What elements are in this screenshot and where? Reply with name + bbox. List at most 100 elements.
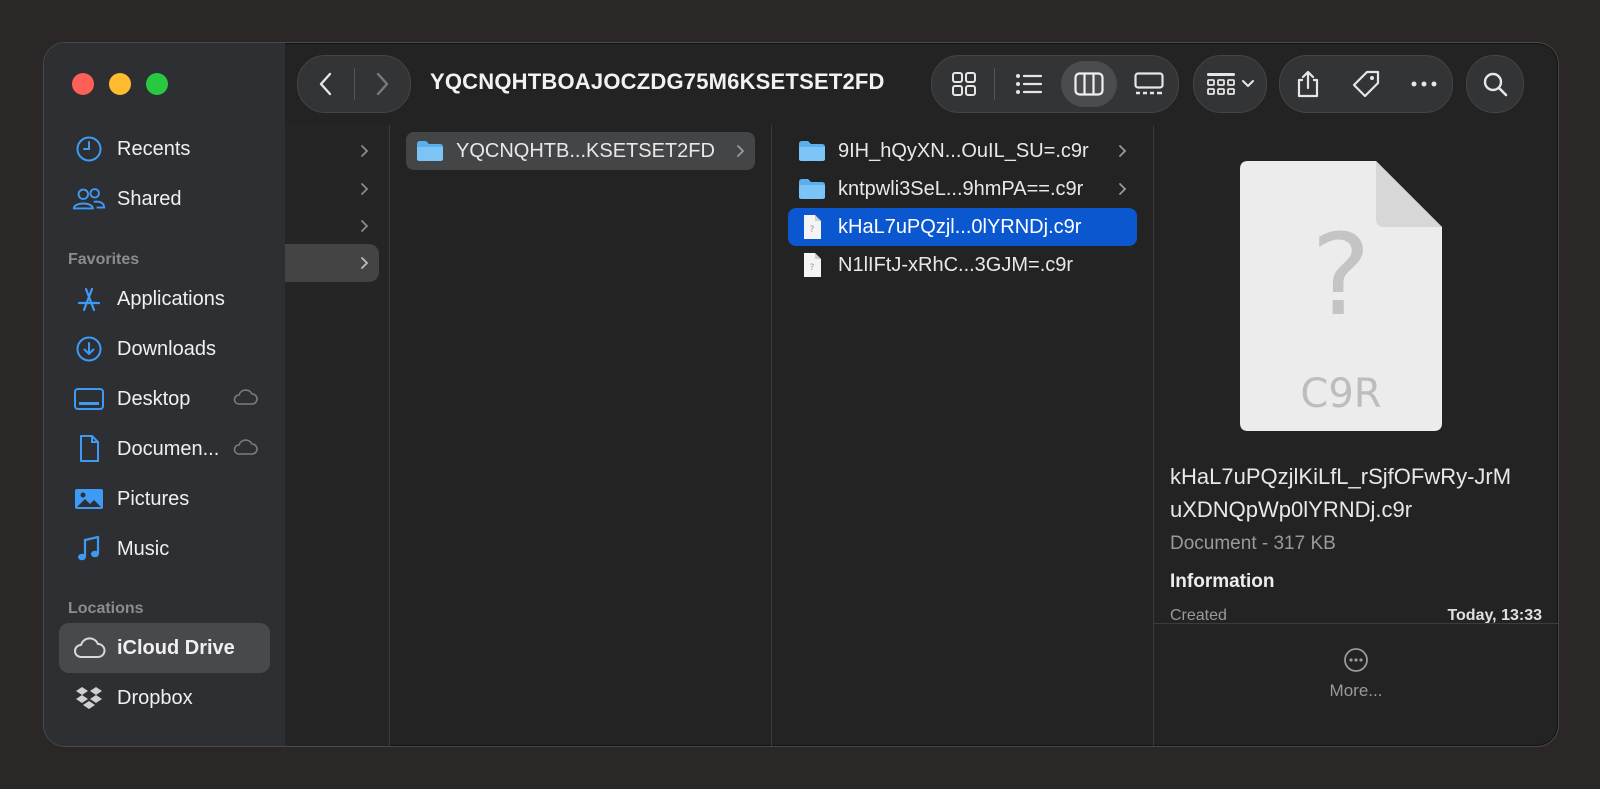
clock-icon <box>71 134 107 164</box>
more-circle-icon <box>1344 648 1368 672</box>
generic-document-icon: ? <box>796 214 828 240</box>
information-header: Information <box>1170 571 1275 592</box>
chevron-right-icon <box>361 183 369 195</box>
chevron-right-icon <box>1119 183 1127 195</box>
shared-people-icon <box>71 184 107 214</box>
music-icon <box>71 534 107 564</box>
favorites-header: Favorites <box>68 251 140 268</box>
list-icon <box>1016 74 1043 94</box>
minimize-window-button[interactable] <box>109 73 131 95</box>
svg-text:?: ? <box>810 263 815 273</box>
column-browser-2: YQCNQHTB...KSETSET2FD <box>390 125 772 746</box>
generic-document-icon: ? <box>796 252 828 278</box>
sidebar-item-label: Music <box>117 537 170 560</box>
download-icon <box>71 334 107 364</box>
preview-kind-size: Document - 317 KB <box>1170 533 1336 554</box>
ellipsis-icon <box>1411 81 1437 87</box>
sidebar-item-desktop[interactable]: Desktop <box>59 374 270 424</box>
share-button[interactable] <box>1295 69 1321 99</box>
group-by-button[interactable] <box>1193 55 1267 113</box>
item-label: kntpwli3SeL...9hmPA==.c9r <box>838 177 1084 200</box>
divider <box>1154 623 1558 624</box>
columns-icon <box>1074 72 1104 96</box>
preview-question-mark: ? <box>1311 211 1370 341</box>
column-view-button[interactable] <box>1061 61 1117 107</box>
svg-text:?: ? <box>810 225 815 235</box>
action-buttons <box>1279 55 1453 113</box>
more-actions-button[interactable] <box>1411 80 1437 88</box>
chevron-left-icon <box>319 72 331 96</box>
sidebar-item-label: Documen... <box>117 437 220 460</box>
list-item-folder[interactable]: 9IH_hQyXN...OuIL_SU=.c9r <box>788 132 1137 170</box>
created-value: Today, 13:33 <box>1447 607 1542 623</box>
list-item-folder[interactable]: YQCNQHTB...KSETSET2FD <box>406 132 755 170</box>
sidebar-item-downloads[interactable]: Downloads <box>59 324 270 374</box>
created-label: Created <box>1170 607 1227 623</box>
preview-pane: ? C9R kHaL7uPQzjlKiLfL_rSjfOFwRy-JrMuXDN… <box>1154 125 1558 746</box>
view-separator <box>994 68 995 100</box>
folder-icon <box>796 140 828 162</box>
sidebar-item-shared[interactable]: Shared <box>59 174 270 224</box>
back-button[interactable] <box>298 56 354 112</box>
more-button[interactable]: More... <box>1154 647 1558 701</box>
sidebar-item-label: Pictures <box>117 487 190 510</box>
document-preview-icon: ? C9R <box>1240 161 1442 431</box>
sidebar-item-label: Dropbox <box>117 686 193 709</box>
list-item-file[interactable]: ? N1lIFtJ-xRhC...3GJM=.c9r <box>788 246 1137 284</box>
sidebar-item-label: Shared <box>117 187 182 210</box>
sidebar-item-label: Downloads <box>117 337 216 360</box>
desktop-icon <box>71 384 107 414</box>
search-icon <box>1483 72 1508 97</box>
sidebar-item-documents[interactable]: Documen... <box>59 424 270 474</box>
sidebar-item-pictures[interactable]: Pictures <box>59 474 270 524</box>
sidebar-item-label: Applications <box>117 287 225 310</box>
item-label: 9IH_hQyXN...OuIL_SU=.c9r <box>838 139 1089 162</box>
gallery-view-button[interactable] <box>1121 61 1177 107</box>
item-label: N1lIFtJ-xRhC...3GJM=.c9r <box>838 253 1074 276</box>
icloud-icon <box>71 633 107 663</box>
icloud-status-icon <box>232 438 258 462</box>
preview-filename: kHaL7uPQzjlKiLfL_rSjfOFwRy-JrMuXDNQpWp0l… <box>1170 464 1512 522</box>
chevron-right-icon <box>361 145 369 157</box>
column-browser-1 <box>285 125 390 746</box>
applications-icon <box>71 284 107 314</box>
list-view-button[interactable] <box>1001 61 1057 107</box>
view-mode-selector <box>931 55 1179 113</box>
tag-icon <box>1352 70 1380 98</box>
chevron-right-icon <box>737 145 745 157</box>
search-button[interactable] <box>1466 55 1524 113</box>
sidebar-item-recents[interactable]: Recents <box>59 124 270 174</box>
sidebar-item-applications[interactable]: Applications <box>59 274 270 324</box>
locations-header: Locations <box>68 600 144 617</box>
sidebar-item-music[interactable]: Music <box>59 524 270 574</box>
sidebar-item-label: iCloud Drive <box>117 636 235 659</box>
item-label: YQCNQHTB...KSETSET2FD <box>456 139 715 162</box>
sidebar-item-icloud-drive[interactable]: iCloud Drive <box>59 623 270 673</box>
sidebar-item-dropbox[interactable]: Dropbox <box>59 673 270 723</box>
forward-button[interactable] <box>354 56 410 112</box>
pictures-icon <box>71 484 107 514</box>
document-icon <box>71 434 107 464</box>
chevron-right-icon <box>377 72 389 96</box>
dropbox-icon <box>71 683 107 713</box>
created-row: Created Today, 13:33 <box>1170 607 1542 623</box>
sidebar: Recents Shared Favorites Applications Do… <box>44 43 285 746</box>
column-browser-3: 9IH_hQyXN...OuIL_SU=.c9r kntpwli3SeL...9… <box>772 125 1154 746</box>
gallery-icon <box>1134 72 1164 95</box>
list-item-file-selected[interactable]: ? kHaL7uPQzjl...0lYRNDj.c9r <box>788 208 1137 246</box>
preview-extension: C9R <box>1300 371 1381 417</box>
navigation-buttons <box>297 55 411 113</box>
icon-view-button[interactable] <box>936 61 992 107</box>
chevron-right-icon <box>361 257 369 269</box>
list-item-folder[interactable]: kntpwli3SeL...9hmPA==.c9r <box>788 170 1137 208</box>
chevron-right-icon <box>1119 145 1127 157</box>
tags-button[interactable] <box>1351 69 1381 99</box>
chevron-down-icon <box>1241 80 1254 87</box>
finder-window: Recents Shared Favorites Applications Do… <box>43 42 1559 747</box>
close-window-button[interactable] <box>72 73 94 95</box>
grid-icon <box>952 72 976 96</box>
sidebar-item-label: Recents <box>117 137 191 160</box>
zoom-window-button[interactable] <box>146 73 168 95</box>
sidebar-item-label: Desktop <box>117 387 191 410</box>
chevron-right-icon <box>361 220 369 232</box>
